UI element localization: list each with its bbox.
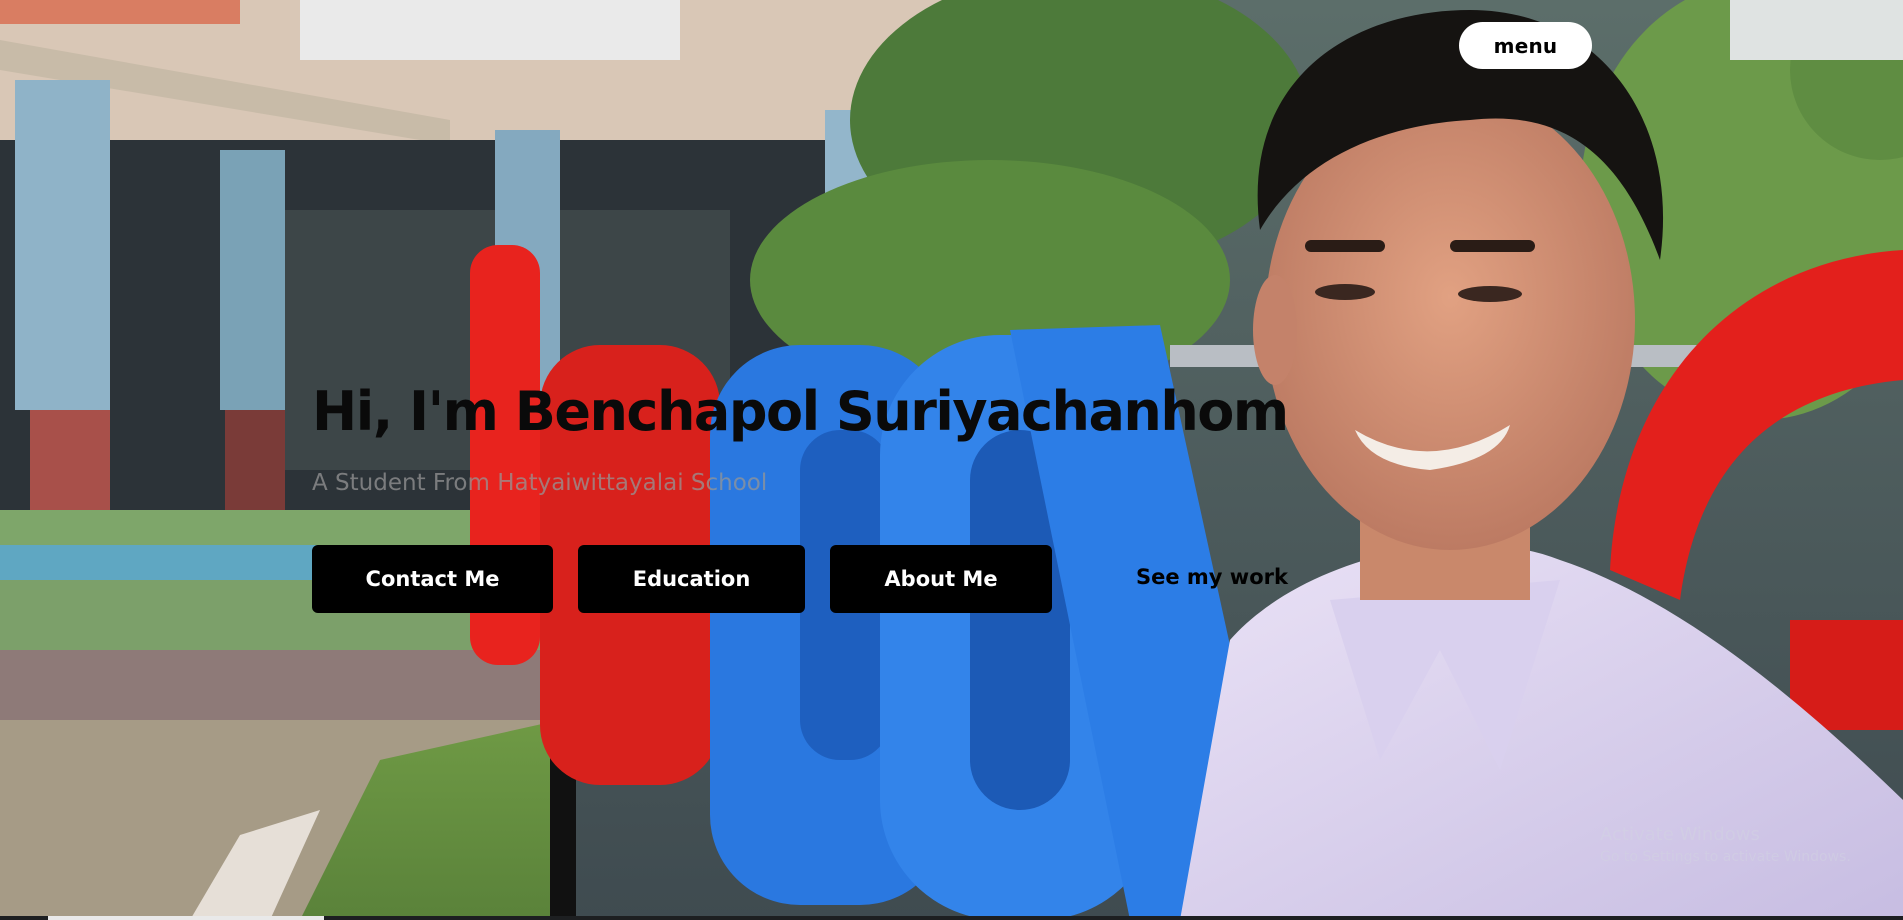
about-me-button[interactable]: About Me xyxy=(830,545,1052,613)
see-my-work-link[interactable]: See my work xyxy=(1136,565,1288,589)
scroll-progress-fill xyxy=(48,916,324,920)
hero-background-photo xyxy=(0,0,1903,920)
hero-subtitle: A Student From Hatyaiwittayalai School xyxy=(312,470,768,496)
activation-hint: Go to Settings to activate Windows. xyxy=(1600,849,1851,865)
activation-title: Activate Windows xyxy=(1600,824,1760,845)
scroll-progress-track xyxy=(0,916,1903,920)
page-title: Hi, I'm Benchapol Suriyachanhom xyxy=(312,380,1289,443)
menu-button[interactable]: menu xyxy=(1459,22,1592,69)
contact-me-button[interactable]: Contact Me xyxy=(312,545,553,613)
education-button[interactable]: Education xyxy=(578,545,805,613)
windows-activation-watermark: Activate Windows Go to Settings to activ… xyxy=(1600,824,1851,865)
